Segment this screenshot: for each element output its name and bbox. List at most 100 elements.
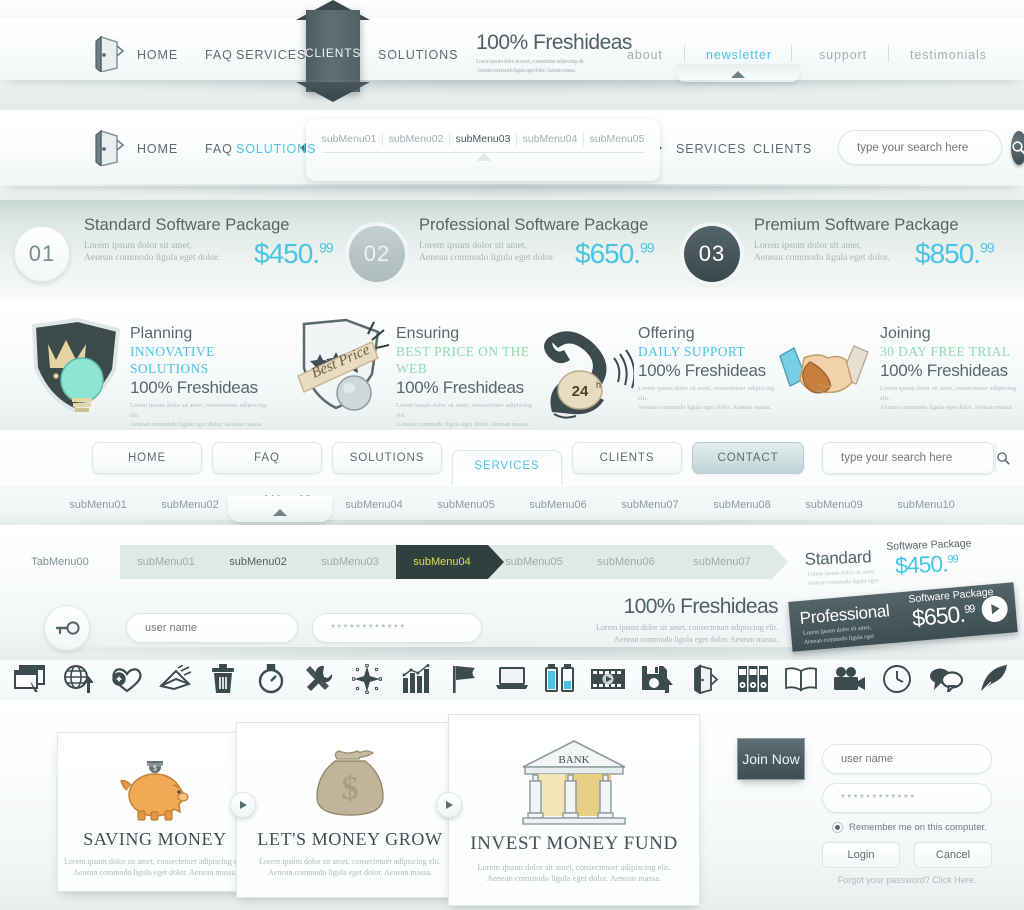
- card-lets-money-grow[interactable]: $ LET'S MONEY GROW Lorem ipsum dolor sit…: [236, 722, 464, 898]
- submenu-item-03[interactable]: subMenu03: [450, 132, 517, 146]
- ribbon-name: Professional: [798, 601, 891, 628]
- battery-icon[interactable]: [536, 664, 584, 694]
- door-open-icon[interactable]: [681, 664, 729, 694]
- nav-item-support[interactable]: support: [819, 48, 867, 62]
- binders-archive-icon[interactable]: [729, 664, 777, 694]
- submenubar-item-01[interactable]: subMenu01: [52, 499, 144, 511]
- nav-item-clients-ribbon[interactable]: CLIENTS: [296, 0, 370, 102]
- btnnav-search-button[interactable]: [995, 443, 1011, 473]
- inline-username-input[interactable]: [145, 622, 297, 634]
- submenu-item-04[interactable]: subMenu04: [517, 132, 584, 146]
- nav2-item-home[interactable]: HOME: [137, 142, 178, 156]
- clock-icon[interactable]: [873, 664, 921, 694]
- globe-upload-icon[interactable]: [54, 664, 102, 694]
- submenubar-item-07[interactable]: subMenu07: [604, 499, 696, 511]
- card-next-button-2[interactable]: [436, 792, 462, 818]
- join-now-button[interactable]: Join Now: [737, 738, 805, 780]
- magnifier-icon: [997, 451, 1010, 464]
- ribbon-price: $450.99: [894, 550, 958, 579]
- nav2-item-clients[interactable]: CLIENTS: [753, 142, 812, 156]
- browser-window-cursor-icon[interactable]: [6, 664, 54, 694]
- nav-item-testimonials[interactable]: testimonials: [910, 48, 987, 62]
- login-password-input[interactable]: [841, 792, 991, 804]
- open-book-icon[interactable]: [777, 664, 825, 694]
- nav2-item-services[interactable]: SERVICES: [676, 142, 746, 156]
- remember-me-radio[interactable]: [832, 822, 843, 833]
- card-invest-money-fund[interactable]: BANK INVEST MONEY FUND Lorem ipsum dolor…: [448, 714, 700, 906]
- login-button[interactable]: Login: [822, 842, 900, 868]
- submenubar-item-04[interactable]: subMenu04: [328, 499, 420, 511]
- package-title: Premium Software Package: [754, 216, 959, 234]
- flag-icon[interactable]: [440, 664, 488, 694]
- forgot-password-link[interactable]: Click Here.: [932, 875, 976, 885]
- submenubar-item-10[interactable]: subMenu10: [880, 499, 972, 511]
- inline-brand-name: 100% Freshideas: [623, 595, 779, 618]
- heart-plus-icon[interactable]: [102, 664, 150, 694]
- door-open-icon[interactable]: [92, 34, 126, 77]
- speech-bubbles-icon[interactable]: [922, 664, 970, 694]
- laptop-icon[interactable]: [488, 664, 536, 694]
- card-lorem: Lorem ipsum dolor sit amet, consectetuer…: [64, 857, 246, 877]
- submenubar-item-06[interactable]: subMenu06: [512, 499, 604, 511]
- btn-contact[interactable]: CONTACT: [692, 442, 804, 474]
- submenubar-item-09[interactable]: subMenu09: [788, 499, 880, 511]
- nav2-item-faq[interactable]: FAQ: [205, 142, 233, 156]
- feature-subtitle: 30 DAY FREE TRIAL: [880, 344, 1011, 359]
- nav-item-faq[interactable]: FAQ: [205, 48, 233, 62]
- submenubar-item-02[interactable]: subMenu02: [144, 499, 236, 511]
- login-username-input[interactable]: [841, 753, 991, 765]
- breadcrumb-item-4-active[interactable]: subMenu04: [396, 545, 504, 579]
- submenubar-item-05[interactable]: subMenu05: [420, 499, 512, 511]
- submenu-item-02[interactable]: subMenu02: [383, 132, 450, 146]
- door-open-icon[interactable]: [92, 128, 126, 171]
- floppy-save-upload-icon[interactable]: [632, 664, 680, 694]
- submenubar-item-08[interactable]: subMenu08: [696, 499, 788, 511]
- search-button[interactable]: [1011, 130, 1024, 165]
- nav-item-clients-label: CLIENTS: [304, 46, 362, 60]
- compass-star-icon[interactable]: [343, 664, 391, 694]
- nav-item-home[interactable]: HOME: [137, 48, 178, 62]
- login-password-field[interactable]: [822, 783, 992, 813]
- inline-password-input[interactable]: [331, 622, 481, 634]
- trash-can-icon[interactable]: [199, 664, 247, 694]
- card-lorem: Lorem ipsum dolor sit amet, consectetuer…: [259, 857, 441, 877]
- cancel-button[interactable]: Cancel: [914, 842, 992, 868]
- breadcrumb-item-0[interactable]: TabMenu00: [0, 545, 120, 579]
- remember-me-row[interactable]: Remember me on this computer.: [832, 822, 992, 833]
- quill-pen-icon[interactable]: [970, 664, 1018, 694]
- submenu-item-05[interactable]: subMenu05: [584, 132, 650, 146]
- tools-wrench-screwdriver-icon[interactable]: [295, 664, 343, 694]
- inline-password-field[interactable]: [312, 613, 482, 643]
- nav2-item-solutions[interactable]: SOLUTIONS: [236, 142, 316, 156]
- inline-username-field[interactable]: [126, 613, 298, 643]
- feature-lorem: Lorem ipsum dolor sit amet, consectetuer…: [396, 402, 533, 428]
- nav-item-newsletter[interactable]: newsletter: [706, 48, 772, 62]
- nav-item-solutions[interactable]: SOLUTIONS: [378, 48, 458, 62]
- btn-faq[interactable]: FAQ: [212, 442, 322, 474]
- features-band: Planning INNOVATIVE SOLUTIONS 100% Fresh…: [0, 300, 1024, 430]
- card-saving-money[interactable]: $ SAVING MONEY Lorem ipsum dolor sit ame…: [57, 732, 253, 892]
- paper-plane-mail-icon[interactable]: [151, 664, 199, 694]
- btn-services-active[interactable]: SERVICES: [452, 450, 562, 486]
- nav-item-about[interactable]: about: [627, 48, 663, 62]
- search-input[interactable]: [839, 141, 1011, 154]
- inline-login-row: 100% Freshideas Lorem ipsum dolor sit am…: [0, 595, 790, 659]
- btn-home[interactable]: HOME: [92, 442, 202, 474]
- btn-solutions[interactable]: SOLUTIONS: [332, 442, 442, 474]
- feature-fresh: 100% Freshideas: [396, 378, 524, 397]
- card-next-button-1[interactable]: [230, 792, 256, 818]
- submenu-item-01[interactable]: subMenu01: [316, 132, 383, 146]
- btnnav-search-box[interactable]: [822, 442, 1010, 474]
- film-strip-play-icon[interactable]: [584, 664, 632, 694]
- movie-camera-icon[interactable]: [825, 664, 873, 694]
- play-icon[interactable]: [980, 594, 1009, 624]
- search-box[interactable]: [838, 130, 1024, 165]
- btnnav-search-input[interactable]: [823, 452, 995, 464]
- login-username-field[interactable]: [822, 744, 992, 774]
- btn-clients[interactable]: CLIENTS: [572, 442, 682, 474]
- play-icon: [445, 801, 453, 809]
- inline-brand-block: 100% Freshideas Lorem ipsum dolor sit am…: [596, 595, 779, 646]
- stopwatch-icon[interactable]: [247, 664, 295, 694]
- play-icon: [239, 801, 247, 809]
- bar-chart-icon[interactable]: [392, 664, 440, 694]
